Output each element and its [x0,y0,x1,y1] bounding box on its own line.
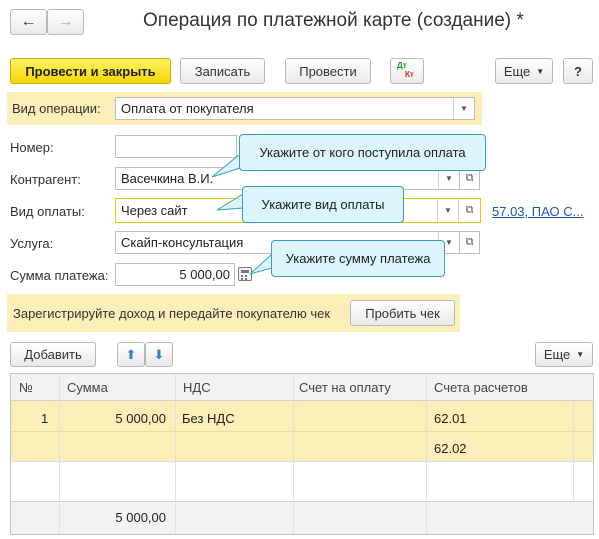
tooltip-amount: Укажите сумму платежа [271,240,445,277]
footer-total-sum: 5 000,00 [115,510,166,525]
table-more-button[interactable]: Еще ▼ [535,342,593,367]
cell-account: 62.01 [434,411,467,426]
window-title: Операция по платежной карте (создание) * [143,10,524,31]
tooltip-payment-type: Укажите вид оплаты [242,186,404,223]
open-service-button[interactable]: ⧉ [459,231,480,254]
print-receipt-button[interactable]: Пробить чек [350,300,455,326]
receipt-bar-text: Зарегистрируйте доход и передайте покупа… [13,306,331,321]
scrollbar-track[interactable] [573,401,574,501]
open-window-icon[interactable]: ⧉ [458,199,480,222]
column-header-sum[interactable]: Сумма [59,374,175,401]
cell-account: 62.02 [434,441,467,456]
help-button[interactable]: ? [563,58,593,84]
tooltip-contractor: Укажите от кого поступила оплата [239,134,486,171]
chevron-down-icon: ▼ [576,350,585,359]
operation-type-label: Вид операции: [12,101,101,116]
operation-type-select[interactable]: Оплата от покупателя ▼ [115,97,475,120]
move-up-button[interactable]: ⬆ [117,342,145,367]
back-button[interactable]: ← [10,9,47,35]
add-row-button[interactable]: Добавить [10,342,96,367]
payments-table: № Сумма НДС Счет на оплату Счета расчето… [10,373,594,535]
amount-label: Сумма платежа: [10,268,109,283]
chevron-down-icon[interactable]: ▼ [438,168,459,189]
arrow-up-icon: ⬆ [125,346,137,362]
post-button[interactable]: Провести [285,58,371,84]
forward-button[interactable]: → [47,9,84,35]
number-label: Номер: [10,140,54,155]
open-window-icon: ⧉ [465,236,474,248]
more-menu-button[interactable]: Еще ▼ [495,58,553,84]
table-row-divider [11,461,593,462]
contractor-label: Контрагент: [10,172,81,187]
cell-sum: 5 000,00 [115,411,166,426]
arrow-right-icon: → [57,13,74,30]
account-link[interactable]: 57.03, ПАО С... [492,204,583,219]
column-header-invoice[interactable]: Счет на оплату [293,374,426,401]
dt-kt-icon: Дт Кт [397,61,414,79]
column-header-number[interactable]: № [11,374,59,401]
chevron-down-icon: ▼ [536,66,545,76]
amount-input[interactable]: 5 000,00 [115,263,235,286]
payment-type-label: Вид оплаты: [10,204,85,219]
chevron-down-icon[interactable]: ▼ [437,199,458,222]
save-button[interactable]: Записать [180,58,265,84]
table-row[interactable] [11,401,593,461]
column-header-accounts[interactable]: Счета расчетов [426,374,593,401]
cell-vat: Без НДС [182,411,235,426]
arrow-left-icon: ← [20,13,37,30]
arrow-down-icon: ⬇ [153,346,165,362]
chevron-down-icon[interactable]: ▼ [453,98,474,119]
dt-kt-button[interactable]: Дт Кт [390,58,424,84]
cell-number: 1 [41,411,49,426]
table-footer [11,501,593,534]
open-window-icon: ⧉ [465,172,474,184]
column-header-vat[interactable]: НДС [175,374,293,401]
move-down-button[interactable]: ⬇ [145,342,173,367]
service-label: Услуга: [10,236,54,251]
post-and-close-button[interactable]: Провести и закрыть [10,58,171,84]
